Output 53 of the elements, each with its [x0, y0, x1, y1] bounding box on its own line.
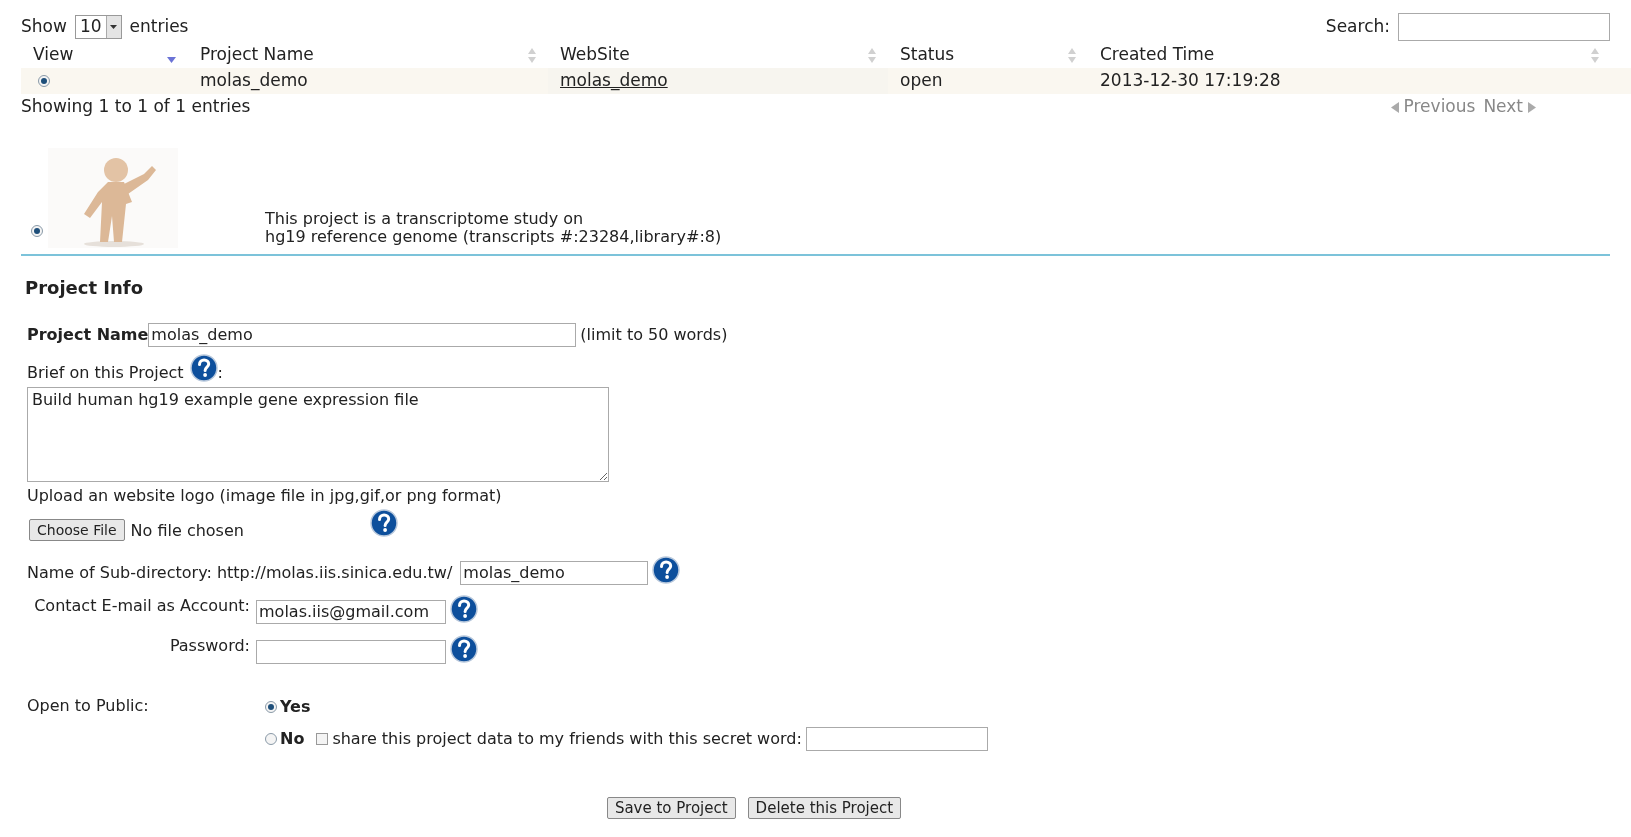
help-icon[interactable] — [652, 556, 681, 584]
table-cell-text: 2013-12-30 17:19:28 — [1100, 69, 1281, 93]
colon-text: : — [217, 362, 223, 384]
file-status: No file chosen — [130, 520, 245, 542]
radio-button[interactable] — [265, 733, 277, 745]
show-label: Show — [21, 15, 67, 39]
brief-text-area[interactable]: Build human hg19 example gene expression file — [27, 387, 609, 482]
option-label: No — [280, 728, 305, 750]
help-icon[interactable] — [189, 354, 218, 382]
column-header[interactable]: Project Name — [188, 42, 548, 68]
radio-button[interactable] — [31, 225, 43, 237]
table-cell-text: open — [900, 69, 943, 93]
field-label: Brief on this Project — [27, 362, 184, 384]
column-header[interactable]: View — [21, 42, 188, 68]
table-info: Showing 1 to 1 of 1 entries — [21, 95, 251, 119]
project-description: This project is a transcriptome study on — [265, 210, 585, 228]
share-checkbox[interactable] — [316, 733, 329, 745]
project-description: hg19 reference genome (transcripts #:23284,library#:8) — [265, 228, 722, 246]
email-field[interactable]: molas.iis@gmail.com — [256, 600, 446, 624]
search-label: Search: — [1325, 15, 1390, 39]
help-icon[interactable] — [450, 635, 478, 663]
column-header[interactable]: Created Time — [1088, 42, 1611, 68]
table-cell-text: molas_demo — [200, 69, 308, 93]
share-label: share this project data to my friends with this secret word: — [332, 728, 802, 750]
caret-icon — [110, 25, 117, 29]
field-label: Upload an website logo (image file in jpg,gif,or png format) — [27, 485, 503, 507]
field-label: Name of Sub-directory: http://molas.iis.sinica.edu.tw/ — [27, 562, 453, 584]
field-label: Password: — [168, 635, 251, 657]
field-label: Open to Public: — [27, 695, 150, 717]
field-label: Contact E-mail as Account: — [33, 595, 251, 617]
help-icon[interactable] — [450, 595, 478, 623]
project-name-field[interactable]: molas_demo — [148, 323, 577, 347]
radio-button[interactable] — [265, 701, 277, 713]
password-field[interactable] — [256, 640, 446, 664]
form-button[interactable]: Delete this Project — [747, 797, 902, 819]
entries-label: entries — [129, 15, 189, 39]
form-button[interactable]: Save to Project — [606, 797, 736, 819]
column-header[interactable]: WebSite — [548, 42, 888, 68]
entries-dropdown[interactable]: 10 — [74, 15, 122, 39]
subdirectory-field[interactable]: molas_demo — [460, 561, 649, 585]
triangle-right-icon — [1528, 101, 1536, 113]
limit-note: (limit to 50 words) — [580, 324, 728, 346]
radio-button[interactable] — [38, 75, 50, 87]
help-icon[interactable] — [369, 509, 398, 537]
secret-word-field[interactable] — [805, 727, 988, 751]
website-link[interactable]: molas_demo — [560, 68, 668, 94]
field-label: Project Name — [27, 324, 149, 346]
option-label: Yes — [280, 696, 311, 718]
column-header[interactable]: Status — [888, 42, 1088, 68]
search-field[interactable] — [1398, 13, 1610, 41]
triangle-left-icon — [1390, 101, 1399, 113]
section-title: Project Info — [25, 276, 145, 300]
choose-file-button[interactable]: Choose File — [29, 519, 125, 541]
